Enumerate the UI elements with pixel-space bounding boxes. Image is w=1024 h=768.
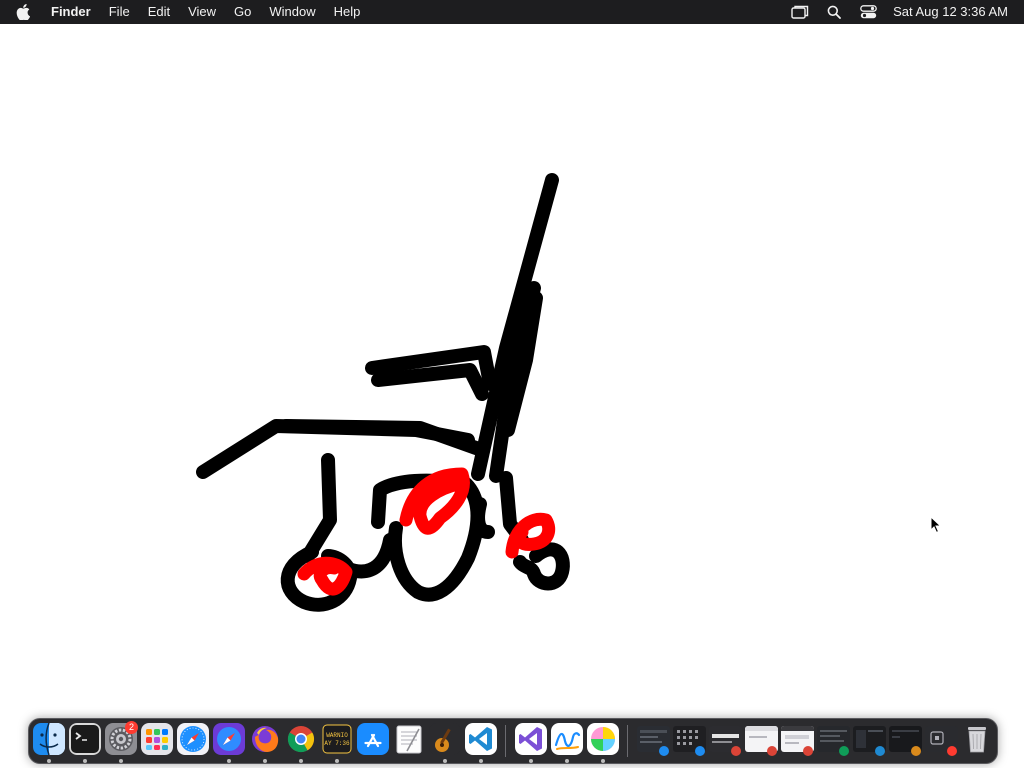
dock-separator xyxy=(505,725,506,757)
sketch-armrest-stroke-2 xyxy=(371,363,489,401)
running-indicator xyxy=(263,759,267,763)
trash-icon[interactable] xyxy=(961,723,993,755)
search-icon[interactable] xyxy=(823,0,845,24)
vscode-badge-icon xyxy=(875,746,885,756)
sketch-leg-stroke xyxy=(301,453,337,563)
menu-app-name[interactable]: Finder xyxy=(42,0,100,24)
safari-preview-icon[interactable] xyxy=(213,723,245,755)
vscode-icon[interactable] xyxy=(465,723,497,755)
chrome-badge-icon xyxy=(731,746,741,756)
chrome-badge-icon xyxy=(803,746,813,756)
chrome-badge-icon xyxy=(839,746,849,756)
running-indicator xyxy=(335,759,339,763)
running-indicator xyxy=(479,759,483,763)
terminal-icon[interactable] xyxy=(69,723,101,755)
menu-go[interactable]: Go xyxy=(225,0,260,24)
running-indicator xyxy=(47,759,51,763)
running-indicator xyxy=(443,759,447,763)
app-badge-icon xyxy=(947,746,957,756)
running-indicator xyxy=(565,759,569,763)
sketch-caster-wheel xyxy=(513,542,570,591)
menu-view[interactable]: View xyxy=(179,0,225,24)
garageband-icon[interactable] xyxy=(429,723,461,755)
app-store-icon[interactable] xyxy=(357,723,389,755)
textedit-icon[interactable] xyxy=(393,723,425,755)
running-indicator xyxy=(227,759,231,763)
menu-file[interactable]: File xyxy=(100,0,139,24)
running-indicator xyxy=(299,759,303,763)
menu-bar: Finder File Edit View Go Window Help Sat… xyxy=(0,0,1024,24)
mouse-cursor-icon xyxy=(930,515,942,539)
screen-mirroring-icon[interactable] xyxy=(789,0,811,24)
chrome-icon[interactable] xyxy=(285,723,317,755)
apple-menu-icon[interactable] xyxy=(12,4,34,20)
running-indicator xyxy=(601,759,605,763)
drawing-canvas xyxy=(0,24,1024,714)
visual-studio-icon[interactable] xyxy=(515,723,547,755)
notification-badge: 2 xyxy=(125,721,138,734)
pastel-icon[interactable] xyxy=(587,723,619,755)
running-indicator xyxy=(83,759,87,763)
dock-separator xyxy=(627,725,628,757)
menu-edit[interactable]: Edit xyxy=(139,0,179,24)
running-indicator xyxy=(119,759,123,763)
menubar-clock[interactable]: Sat Aug 12 3:36 AM xyxy=(893,0,1008,24)
console-label-line-2: AY 7:36 xyxy=(324,740,350,747)
console-label-line-1: WARNIO xyxy=(326,732,348,739)
safari-icon[interactable] xyxy=(177,723,209,755)
control-center-icon[interactable] xyxy=(857,0,879,24)
console-icon[interactable]: WARNIO AY 7:36 xyxy=(321,723,353,755)
garageband-badge-icon xyxy=(911,746,921,756)
red-scribble-caster xyxy=(505,512,556,559)
launchpad-icon[interactable] xyxy=(141,723,173,755)
freeform-icon[interactable] xyxy=(551,723,583,755)
red-scribble-wheel xyxy=(297,556,353,596)
dock: 2 WARNIO AY 7:36 xyxy=(28,718,998,764)
finder-badge-icon xyxy=(695,746,705,756)
chrome-badge-icon xyxy=(767,746,777,756)
menu-help[interactable]: Help xyxy=(325,0,370,24)
firefox-icon[interactable] xyxy=(249,723,281,755)
finder-badge-icon xyxy=(659,746,669,756)
finder-icon[interactable] xyxy=(33,723,65,755)
sketch-wheel-frame xyxy=(471,497,495,539)
running-indicator xyxy=(529,759,533,763)
menu-window[interactable]: Window xyxy=(260,0,324,24)
